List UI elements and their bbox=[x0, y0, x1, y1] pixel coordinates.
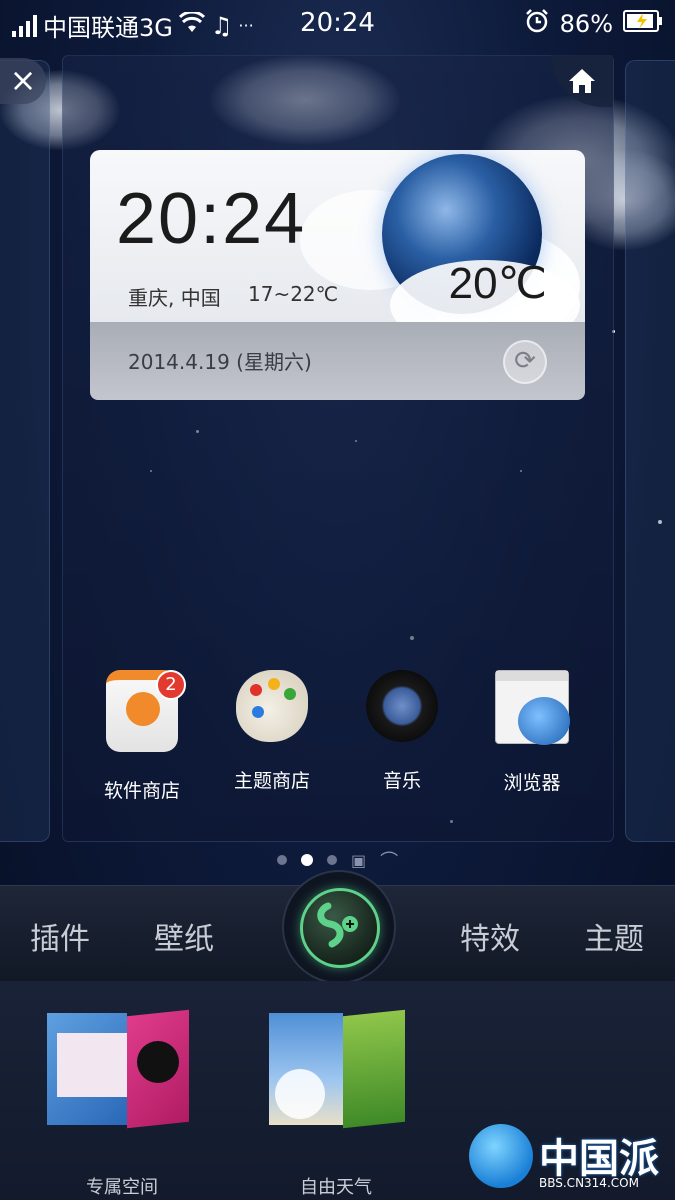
battery-charging-icon bbox=[623, 9, 663, 39]
page-dot-active[interactable] bbox=[300, 854, 313, 866]
app-software-store[interactable]: 2 软件商店 bbox=[82, 670, 202, 803]
tab-themes[interactable]: 主题 bbox=[584, 914, 644, 958]
home-icon bbox=[569, 69, 595, 93]
notification-badge: 2 bbox=[156, 670, 186, 700]
music-icon bbox=[366, 670, 438, 742]
tab-wallpaper[interactable]: 壁纸 bbox=[154, 914, 214, 958]
app-label: 软件商店 bbox=[103, 780, 180, 802]
app-store-icon: 2 bbox=[106, 670, 186, 752]
previous-screen-edge[interactable] bbox=[0, 60, 50, 842]
close-button[interactable]: × bbox=[0, 58, 46, 104]
app-browser[interactable]: 浏览器 bbox=[472, 670, 592, 795]
app-label: 音乐 bbox=[382, 770, 421, 792]
widget-location: 重庆, 中国 bbox=[128, 286, 221, 310]
free-weather-icon bbox=[261, 1009, 411, 1133]
widget-current-temp: 20℃ bbox=[448, 259, 547, 308]
tray-item-personal-space[interactable]: 专属空间 bbox=[42, 1001, 202, 1198]
tab-effects[interactable]: 特效 bbox=[460, 914, 520, 958]
gallery-page-icon[interactable]: ▣ bbox=[351, 851, 366, 870]
watermark-site: BBS.CN314.COM bbox=[539, 1176, 639, 1190]
center-add-button[interactable] bbox=[282, 870, 396, 984]
pie-logo-icon bbox=[469, 1124, 533, 1188]
alarm-icon bbox=[524, 8, 550, 40]
next-screen-edge[interactable] bbox=[625, 60, 675, 842]
page-indicator[interactable]: ▣ ⌒ bbox=[0, 848, 675, 872]
tray-label: 专属空间 bbox=[86, 1177, 158, 1198]
status-bar: 中国联通3G ♫ ··· 20:24 86% bbox=[0, 0, 675, 48]
browser-icon bbox=[495, 670, 570, 745]
weather-clock-widget[interactable]: 20:24 重庆, 中国 17~22℃ 20℃ 2014.4.19 (星期六) … bbox=[90, 150, 585, 400]
app-row: 2 软件商店 主题商店 音乐 浏览器 bbox=[78, 670, 598, 803]
app-label: 主题商店 bbox=[233, 770, 310, 792]
tray-item-free-weather[interactable]: 自由天气 bbox=[256, 1001, 416, 1198]
app-music[interactable]: 音乐 bbox=[342, 670, 462, 793]
page-dot[interactable] bbox=[276, 855, 287, 865]
widget-temp-range: 17~22℃ bbox=[248, 282, 339, 306]
page-dot[interactable] bbox=[326, 855, 337, 865]
battery-percent: 86% bbox=[559, 10, 613, 38]
tab-widgets[interactable]: 插件 bbox=[30, 914, 90, 958]
music-page-icon[interactable]: ⌒ bbox=[380, 847, 398, 873]
widget-time: 20:24 bbox=[116, 179, 307, 259]
theme-store-icon bbox=[236, 670, 308, 742]
tray-label: 自由天气 bbox=[300, 1177, 372, 1198]
refresh-icon[interactable]: ⟳ bbox=[503, 340, 547, 384]
app-theme-store[interactable]: 主题商店 bbox=[212, 670, 332, 793]
add-icon bbox=[300, 888, 380, 968]
app-label: 浏览器 bbox=[503, 772, 561, 794]
personal-space-icon bbox=[47, 1009, 197, 1133]
widget-date: 2014.4.19 (星期六) bbox=[128, 350, 312, 374]
watermark-logo: 中国派 BBS.CN314.COM bbox=[467, 1124, 667, 1194]
